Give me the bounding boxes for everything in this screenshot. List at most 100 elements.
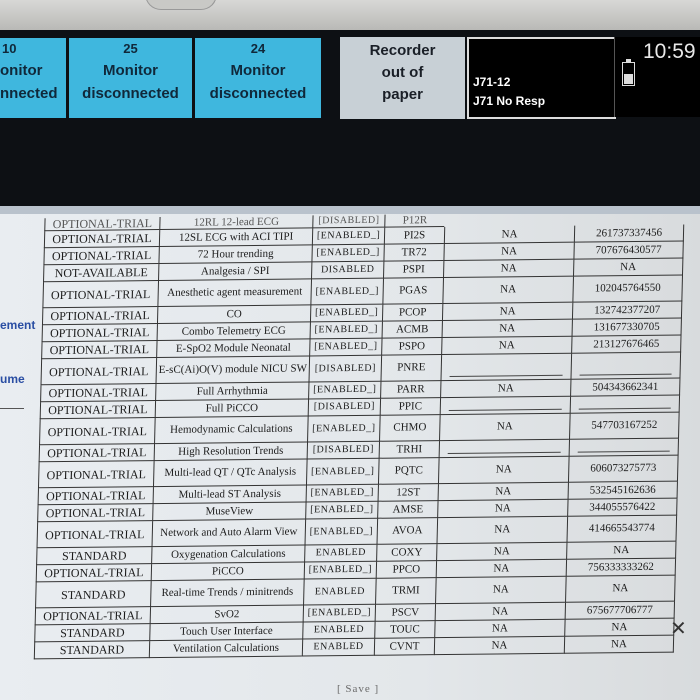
option-code: PNRE: [380, 355, 442, 382]
option-status-text: [ENABLED_]: [316, 229, 381, 242]
option-status-text: [DISABLED]: [312, 443, 375, 456]
tile-status-line2: nnected: [0, 85, 58, 102]
option-key: 707676430577: [573, 241, 684, 260]
option-status[interactable]: [ENABLED_]: [311, 227, 385, 246]
option-status[interactable]: [ENABLED_]: [307, 415, 380, 443]
cut-row-cell: [DISABLED]: [312, 214, 385, 229]
blank-entry-line: [578, 407, 671, 410]
option-status[interactable]: [ENABLED_]: [309, 321, 382, 340]
option-description: PiCCO: [150, 562, 305, 582]
option-description-text: CO: [226, 307, 242, 320]
option-category: OPTIONAL-TRIAL: [34, 607, 151, 626]
option-code-text: 12ST: [396, 485, 421, 499]
option-description-text: PiCCO: [211, 564, 244, 577]
save-button[interactable]: [ Save ]: [337, 683, 379, 695]
option-code: CVNT: [373, 638, 435, 656]
sidebar-item-2[interactable]: ume: [0, 372, 25, 386]
option-code-text: PCOP: [398, 305, 427, 319]
option-key: NA: [563, 635, 675, 654]
option-status[interactable]: [ENABLED_]: [309, 304, 383, 323]
option-description-text: Multi-lead QT / QTc Analysis: [164, 465, 297, 479]
option-key-text: 102045764550: [594, 281, 661, 295]
option-na-text: NA: [493, 561, 510, 575]
option-status[interactable]: [DISABLED]: [306, 441, 380, 460]
option-status[interactable]: [ENABLED_]: [308, 381, 381, 400]
option-description: Analgesia / SPI: [158, 262, 312, 282]
option-description-text: Oxygenation Calculations: [170, 547, 286, 561]
option-key: 132742377207: [571, 301, 683, 320]
option-description: Real-time Trends / minitrends: [150, 579, 304, 608]
tile-status-line2: disconnected: [209, 85, 307, 102]
option-key-text: 707676430577: [595, 243, 662, 256]
option-status-text: [ENABLED_]: [308, 563, 373, 576]
option-status[interactable]: ENABLED: [303, 578, 376, 606]
alarm-tile-24[interactable]: 24 Monitor disconnected: [195, 38, 321, 118]
option-status[interactable]: [ENABLED_]: [311, 244, 384, 263]
option-status[interactable]: [ENABLED_]: [303, 561, 377, 580]
option-status[interactable]: [DISABLED]: [308, 355, 382, 383]
option-status-text: ENABLED: [313, 623, 365, 636]
option-category-text: OPTIONAL-TRIAL: [49, 325, 150, 341]
option-key-text: 261737337456: [595, 226, 663, 239]
option-code: PPCO: [375, 561, 437, 579]
option-status[interactable]: [ENABLED_]: [305, 501, 378, 520]
option-status[interactable]: ENABLED: [301, 638, 375, 657]
option-status[interactable]: [ENABLED_]: [309, 338, 382, 357]
option-code-text: PPIC: [398, 399, 423, 413]
option-na: NA: [437, 456, 569, 485]
option-status[interactable]: [ENABLED_]: [304, 518, 378, 546]
option-description-text: Touch User Interface: [179, 624, 273, 638]
option-key: 606073275773: [567, 455, 679, 483]
tile-bed-number: 24: [250, 41, 266, 56]
option-key: NA: [564, 618, 675, 637]
option-status-text: [ENABLED_]: [307, 606, 372, 619]
option-status[interactable]: DISABLED: [311, 261, 384, 280]
options-table: OPTIONAL-TRIAL 12RL 12-lead ECG [DISABLED]…: [33, 214, 685, 692]
option-status[interactable]: [DISABLED]: [307, 398, 381, 417]
sidebar-item-1[interactable]: ement: [0, 318, 35, 332]
option-key-text: 132742377207: [594, 303, 661, 316]
option-description-text: MuseView: [205, 504, 254, 518]
option-na: [438, 439, 570, 459]
alarm-tile-25[interactable]: 25 Monitor disconnected: [69, 38, 192, 118]
option-category: OPTIONAL-TRIAL: [39, 418, 155, 446]
option-key: 532545162636: [567, 481, 678, 500]
battery-icon: [622, 59, 635, 86]
option-category: OPTIONAL-TRIAL: [41, 324, 157, 343]
option-status[interactable]: ENABLED: [304, 544, 377, 563]
option-na: NA: [442, 259, 574, 279]
option-code: PARR: [380, 381, 441, 399]
option-code-text: TOUC: [389, 622, 420, 636]
option-key-text: 504343662341: [592, 380, 659, 393]
option-category-text: STANDARD: [59, 642, 125, 658]
option-key: NA: [565, 575, 676, 603]
panel-header-bar: [0, 206, 700, 214]
option-status-text: [ENABLED_]: [316, 246, 380, 259]
option-na: NA: [434, 619, 565, 639]
option-na-text: NA: [491, 621, 509, 635]
close-icon[interactable]: ✕: [670, 616, 687, 641]
option-status-text: DISABLED: [320, 263, 375, 276]
option-code: PQTC: [377, 458, 439, 485]
blank-entry-line: [448, 408, 562, 411]
option-description: Oxygenation Calculations: [151, 545, 305, 565]
recorder-alert[interactable]: Recorder out of paper: [340, 37, 465, 119]
option-status[interactable]: [ENABLED_]: [310, 278, 383, 306]
option-na: NA: [440, 379, 571, 399]
message-box[interactable]: J71-12 J71 No Resp: [467, 37, 616, 119]
option-code-text: CHMO: [393, 421, 427, 434]
alarm-tile-10[interactable]: 10 onitor nnected: [0, 38, 66, 118]
option-category: OPTIONAL-TRIAL: [38, 444, 155, 463]
option-status[interactable]: ENABLED: [302, 621, 375, 640]
option-status[interactable]: [ENABLED_]: [302, 604, 376, 623]
option-description-text: 12SL ECG with ACI TIPI: [178, 230, 294, 244]
option-status-text: ENABLED: [315, 546, 367, 559]
option-code-text: PQTC: [394, 464, 424, 477]
tile-status-line1: Monitor: [230, 62, 286, 79]
option-key-text: NA: [612, 582, 629, 595]
option-na-text: NA: [492, 583, 509, 596]
option-category-text: STANDARD: [61, 548, 127, 564]
option-category: OPTIONAL-TRIAL: [42, 281, 159, 309]
option-status[interactable]: [ENABLED_]: [305, 484, 378, 503]
option-status[interactable]: [ENABLED_]: [305, 458, 379, 486]
